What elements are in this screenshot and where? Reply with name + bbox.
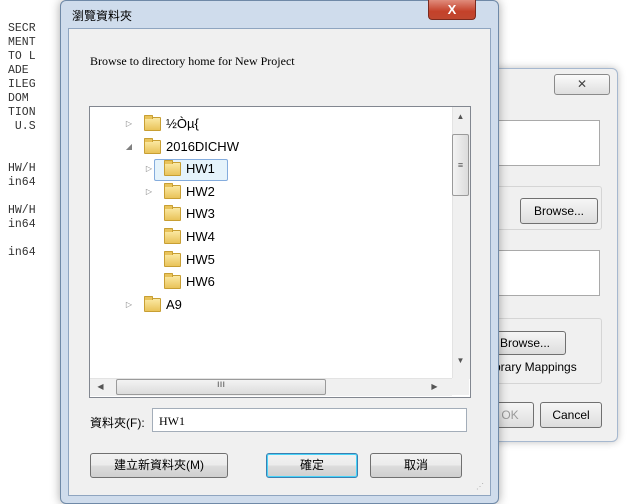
terminal-line: ILEG bbox=[8, 78, 36, 91]
terminal-line: ADE bbox=[8, 64, 29, 77]
background-field-1[interactable] bbox=[486, 120, 600, 166]
expand-icon[interactable]: ▷ bbox=[144, 181, 154, 203]
folder-icon bbox=[164, 250, 181, 267]
expand-icon[interactable]: ▷ bbox=[124, 113, 134, 135]
tree-item[interactable]: ◢ 2016DICHW bbox=[90, 136, 452, 158]
expand-icon[interactable]: ▷ bbox=[124, 294, 134, 316]
scrollbar-corner bbox=[452, 378, 469, 395]
terminal-line: TION bbox=[8, 106, 36, 119]
tree-item-label: HW5 bbox=[186, 251, 215, 267]
folder-icon bbox=[164, 228, 181, 244]
tree-item[interactable]: ▷ A9 bbox=[90, 294, 452, 316]
background-field-2[interactable] bbox=[486, 250, 600, 296]
tree-item-label: ½Òµ{ bbox=[166, 116, 199, 131]
scroll-left-arrow-icon[interactable]: ◀ bbox=[92, 378, 109, 395]
folder-icon bbox=[144, 115, 161, 131]
terminal-line: DOM bbox=[8, 92, 29, 105]
tree-item[interactable]: HW6 bbox=[90, 271, 452, 293]
resize-grip-icon[interactable]: ⋰ bbox=[476, 482, 484, 491]
terminal-line: MENT bbox=[8, 36, 36, 49]
folder-icon bbox=[144, 295, 161, 312]
tree-item-label: HW2 bbox=[186, 183, 215, 199]
new-folder-button[interactable]: 建立新資料夾(M) bbox=[90, 453, 228, 478]
terminal-line: HW/H bbox=[8, 162, 36, 175]
tree-item-label: A9 bbox=[166, 296, 182, 312]
folder-name-input[interactable]: HW1 bbox=[152, 408, 467, 432]
folder-tree[interactable]: ▷ ½Òµ{ ◢ 2016DICHW ▷ HW1 ▷ HW2 HW3 HW4 HW5 HW6 ▷ A9 bbox=[89, 106, 471, 398]
tree-item[interactable]: HW5 bbox=[90, 249, 452, 271]
background-browse-button-1[interactable]: Browse... bbox=[520, 198, 598, 224]
background-close-button[interactable]: ✕ bbox=[554, 74, 610, 95]
folder-icon bbox=[144, 137, 161, 154]
folder-icon bbox=[164, 205, 181, 222]
tree-item[interactable]: ▷ HW1 bbox=[90, 158, 452, 182]
tree-item-label: HW1 bbox=[186, 161, 215, 177]
expand-icon[interactable]: ▷ bbox=[144, 158, 154, 180]
tree-item-label: HW4 bbox=[186, 229, 215, 244]
terminal-line: U.S bbox=[8, 120, 36, 133]
folder-icon bbox=[164, 160, 181, 177]
ok-button[interactable]: 確定 bbox=[266, 453, 358, 478]
vertical-scroll-thumb[interactable]: ≡ bbox=[452, 134, 469, 196]
scroll-up-arrow-icon[interactable]: ▲ bbox=[452, 108, 469, 125]
horizontal-scroll-thumb[interactable]: ııı bbox=[116, 379, 326, 395]
terminal-line: HW/H bbox=[8, 204, 36, 217]
folder-icon bbox=[164, 182, 181, 199]
scroll-down-arrow-icon[interactable]: ▼ bbox=[452, 352, 469, 369]
terminal-line: in64 bbox=[8, 218, 36, 231]
terminal-line: in64 bbox=[8, 246, 36, 259]
cancel-button[interactable]: 取消 bbox=[370, 453, 462, 478]
terminal-line: TO L bbox=[8, 50, 36, 63]
tree-item[interactable]: HW4 bbox=[90, 226, 452, 248]
tree-item[interactable]: HW3 bbox=[90, 203, 452, 225]
dialog-title: 瀏覽資料夾 bbox=[72, 9, 133, 23]
background-mappings-label: brary Mappings bbox=[494, 360, 577, 374]
dialog-close-button[interactable]: X bbox=[428, 0, 476, 20]
tree-item-label: HW6 bbox=[186, 274, 215, 290]
folder-field-label: 資料夾(F): bbox=[90, 416, 145, 430]
background-cancel-button[interactable]: Cancel bbox=[540, 402, 602, 428]
scroll-right-arrow-icon[interactable]: ▶ bbox=[426, 378, 443, 395]
instruction-text: Browse to directory home for New Project bbox=[90, 54, 295, 68]
tree-item-label: 2016DICHW bbox=[166, 138, 239, 154]
collapse-icon[interactable]: ◢ bbox=[124, 136, 134, 158]
terminal-text: SECR MENT TO L ADE ILEG DOM TION U.S HW/H in64 HW… bbox=[8, 22, 36, 260]
terminal-line: in64 bbox=[8, 176, 36, 189]
folder-icon bbox=[164, 273, 181, 290]
terminal-line: SECR bbox=[8, 22, 36, 35]
tree-item[interactable]: ▷ ½Òµ{ bbox=[90, 113, 452, 135]
tree-item-label: HW3 bbox=[186, 206, 215, 222]
tree-item[interactable]: ▷ HW2 bbox=[90, 181, 452, 203]
